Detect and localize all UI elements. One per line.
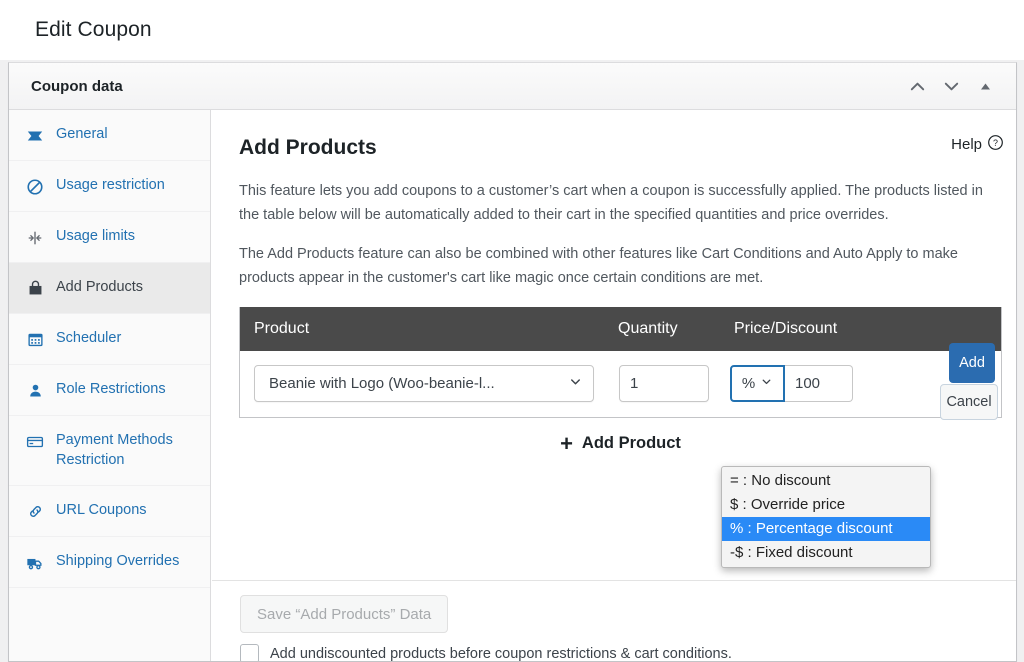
sidebar-item-shipping-overrides[interactable]: Shipping Overrides [9, 537, 210, 589]
sidebar-item-role-restrictions[interactable]: Role Restrictions [9, 365, 210, 416]
sidebar-item-label: Add Products [56, 279, 144, 295]
save-add-products-data-button[interactable]: Save “Add Products” Data [240, 595, 449, 633]
sidebar-item-label: Role Restrictions [56, 381, 166, 397]
sidebar-item-url-coupons[interactable]: URL Coupons [9, 486, 210, 538]
products-table: Product Quantity Price/Discount Beanie w… [239, 306, 1002, 420]
panel-footer: Save “Add Products” Data Add undiscounte… [212, 580, 1016, 661]
page-title: Edit Coupon [35, 18, 152, 41]
panel-header: Coupon data [9, 63, 1016, 110]
add-button[interactable]: Add [949, 342, 995, 383]
user-icon [25, 381, 45, 400]
product-select[interactable]: Beanie with Logo (Woo-beanie-l... [254, 365, 594, 402]
sidebar-item-usage-limits[interactable]: Usage limits [9, 212, 210, 263]
dropdown-option-percentage-discount[interactable]: % : Percentage discount [722, 517, 930, 541]
limits-icon [25, 228, 45, 247]
chevron-down-icon [568, 374, 583, 393]
truck-icon [25, 553, 45, 572]
help-link[interactable]: Help ? [951, 134, 1004, 155]
sidebar-item-label: Usage restriction [56, 177, 165, 193]
help-circle-icon: ? [987, 134, 1004, 155]
calendar-icon [25, 330, 45, 349]
undiscounted-option-row: Add undiscounted products before coupon … [240, 644, 1016, 662]
column-header-quantity: Quantity [618, 319, 678, 337]
description-paragraph-1: This feature lets you add coupons to a c… [239, 183, 983, 223]
product-select-value: Beanie with Logo (Woo-beanie-l... [269, 375, 495, 392]
chevron-down-icon [760, 375, 773, 392]
cancel-button[interactable]: Cancel [940, 383, 998, 420]
dropdown-option-no-discount[interactable]: = : No discount [722, 469, 930, 493]
sidebar-item-label: Payment Methods Restriction [56, 432, 173, 468]
description-paragraph-2: The Add Products feature can also be com… [239, 246, 958, 286]
add-product-button[interactable]: + Add Product [560, 430, 681, 456]
undiscounted-label: Add undiscounted products before coupon … [270, 645, 732, 662]
coupon-data-sidebar: General Usage restriction Usage limits A… [9, 110, 211, 661]
plus-icon: + [560, 430, 573, 456]
sidebar-item-usage-restriction[interactable]: Usage restriction [9, 161, 210, 212]
products-table-header: Product Quantity Price/Discount [240, 306, 1001, 351]
column-header-product: Product [254, 319, 310, 337]
sidebar-item-label: Shipping Overrides [56, 553, 180, 570]
discount-type-dropdown[interactable]: = : No discount $ : Override price % : P… [721, 466, 931, 568]
section-title: Add Products [239, 136, 377, 159]
move-down-icon[interactable] [934, 71, 968, 101]
dropdown-option-override-price[interactable]: $ : Override price [722, 493, 930, 517]
help-label: Help [951, 136, 982, 153]
credit-card-icon [25, 432, 45, 451]
add-product-label: Add Product [581, 434, 681, 452]
prohibited-icon [25, 177, 45, 196]
table-row: Beanie with Logo (Woo-beanie-l... % [240, 342, 1001, 420]
sidebar-item-label: General [56, 126, 108, 142]
sidebar-item-label: URL Coupons [56, 502, 147, 519]
add-product-row: + Add Product [239, 418, 1002, 470]
dropdown-option-fixed-discount[interactable]: -$ : Fixed discount [722, 541, 930, 565]
discount-type-value: % [741, 375, 756, 392]
undiscounted-checkbox[interactable] [240, 644, 259, 661]
link-icon [25, 502, 45, 521]
discount-amount-input[interactable] [785, 365, 853, 402]
sidebar-item-add-products[interactable]: Add Products [9, 263, 210, 314]
sidebar-item-payment-methods-restriction[interactable]: Payment Methods Restriction [9, 416, 210, 487]
coupon-data-panel: Coupon data General Usage restriction Us… [8, 62, 1017, 662]
shopping-bag-icon [25, 279, 45, 298]
sidebar-item-scheduler[interactable]: Scheduler [9, 314, 210, 365]
top-bar: Edit Coupon [0, 0, 1024, 60]
sidebar-item-label: Scheduler [56, 330, 122, 346]
panel-title: Coupon data [31, 77, 123, 95]
toggle-panel-icon[interactable] [968, 71, 1002, 101]
sidebar-item-label: Usage limits [56, 228, 135, 244]
column-header-price-discount: Price/Discount [734, 319, 838, 337]
discount-control-group: % [730, 365, 853, 402]
discount-type-select[interactable]: % [730, 365, 785, 402]
svg-text:?: ? [993, 138, 998, 148]
sidebar-item-general[interactable]: General [9, 110, 210, 161]
ticket-icon [25, 126, 45, 145]
quantity-input[interactable] [619, 365, 709, 402]
move-up-icon[interactable] [900, 71, 934, 101]
